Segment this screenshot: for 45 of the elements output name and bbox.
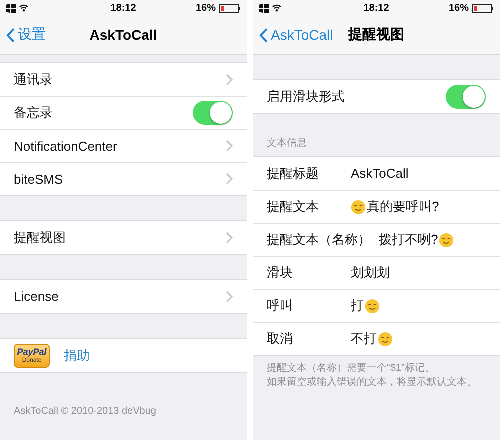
row-label: 备忘录 xyxy=(14,104,54,122)
status-time: 18:12 xyxy=(364,2,390,14)
back-chevron-icon xyxy=(259,28,268,42)
settings-row[interactable]: License xyxy=(0,280,247,313)
back-button[interactable]: AskToCall xyxy=(259,27,334,43)
chevron-icon xyxy=(226,232,233,244)
chevron-icon xyxy=(226,140,233,152)
settings-row[interactable]: biteSMS xyxy=(0,162,247,195)
row-label: 启用滑块形式 xyxy=(267,88,346,106)
footer-text: 如果留空或输入错误的文本，将显示默认文本。 xyxy=(267,376,478,390)
field-label: 提醒标题 xyxy=(267,164,320,182)
battery-percent: 16% xyxy=(196,2,216,14)
footer-text: AskToCall © 2010-2013 deVbug xyxy=(14,405,158,419)
donate-link[interactable]: 捐助 xyxy=(64,346,90,364)
toggle-switch[interactable] xyxy=(193,101,233,125)
field-label: 取消 xyxy=(267,330,294,348)
field-value[interactable]: 拨打不咧? xyxy=(379,231,438,249)
chevron-icon xyxy=(226,173,233,185)
toggle-switch[interactable] xyxy=(446,84,486,108)
field-label: 提醒文本（名称） xyxy=(267,231,371,249)
settings-row[interactable]: 提醒视图 xyxy=(0,221,247,254)
field-value[interactable]: 不打 xyxy=(351,330,377,348)
chevron-icon xyxy=(226,290,233,302)
back-button[interactable]: 设置 xyxy=(6,26,46,44)
field-value[interactable]: AskToCall xyxy=(351,166,409,181)
settings-row[interactable]: NotificationCenter xyxy=(0,129,247,162)
status-time: 18:12 xyxy=(110,2,136,14)
wifi-icon xyxy=(272,4,282,12)
field-label: 提醒文本 xyxy=(267,198,320,216)
nav-title: 提醒视图 xyxy=(348,26,404,42)
battery-percent: 16% xyxy=(449,2,470,14)
field-value[interactable]: 划划划 xyxy=(351,264,390,282)
field-value[interactable]: 打 xyxy=(351,297,364,315)
footer-text: 提醒文本（名称）需要一个“$1”标记。 xyxy=(267,362,436,376)
field-label: 滑块 xyxy=(267,264,294,282)
wifi-icon xyxy=(19,4,29,12)
section-header: 文本信息 xyxy=(267,136,307,150)
nav-title: AskToCall xyxy=(90,27,158,43)
chevron-icon xyxy=(226,74,233,86)
battery-icon xyxy=(219,4,242,12)
settings-row[interactable]: 通讯录 xyxy=(0,63,247,96)
back-chevron-icon xyxy=(6,28,15,42)
field-value[interactable]: 真的要呼叫? xyxy=(367,198,440,216)
field-label: 呼叫 xyxy=(267,297,294,315)
battery-icon xyxy=(472,4,494,12)
